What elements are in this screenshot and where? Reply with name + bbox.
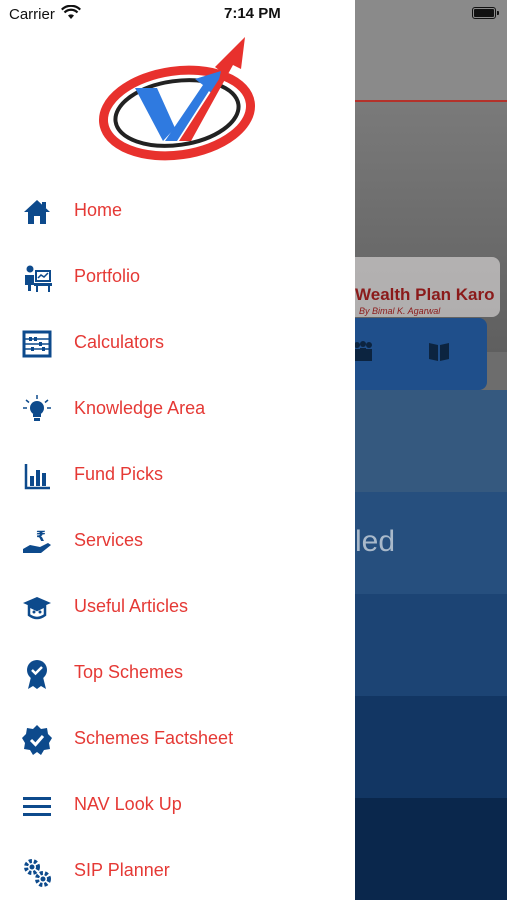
menu-item-schemes-factsheet[interactable]: Schemes Factsheet — [0, 706, 355, 772]
menu-item-top-schemes[interactable]: Top Schemes — [0, 640, 355, 706]
section-band — [355, 696, 507, 798]
lightbulb-icon — [23, 395, 51, 421]
menu-item-nav-look-up[interactable]: NAV Look Up — [0, 772, 355, 838]
menu-item-calculators[interactable]: Calculators — [0, 310, 355, 376]
section-band — [355, 594, 507, 696]
menu-label-portfolio: Portfolio — [74, 266, 141, 286]
people-icon[interactable] — [355, 340, 375, 368]
carrier-label: Carrier — [9, 6, 55, 23]
partial-section-title: led — [355, 525, 396, 558]
section-band — [355, 390, 507, 492]
section-band — [355, 798, 507, 900]
battery-icon — [472, 7, 499, 19]
menu-item-useful-articles[interactable]: Useful Articles — [0, 574, 355, 640]
menu-item-fund-picks[interactable]: Fund Picks — [0, 442, 355, 508]
badge-ribbon-icon — [27, 660, 47, 689]
gears-icon — [24, 859, 51, 887]
menu-label-sip-planner: SIP Planner — [74, 860, 170, 880]
menu-label-knowledge-area: Knowledge Area — [74, 398, 206, 418]
book-icon[interactable] — [427, 340, 451, 368]
wifi-icon — [61, 5, 81, 19]
rupee-hand-icon: ₹ — [23, 529, 51, 553]
quick-icon-bar — [355, 318, 487, 390]
menu-label-fund-picks: Fund Picks — [74, 464, 164, 484]
side-drawer: Home Portfolio Calculators Knowledge Are… — [0, 0, 355, 900]
menu-lines-icon — [23, 797, 51, 816]
menu-label-services: Services — [74, 530, 144, 550]
menu-item-portfolio[interactable]: Portfolio — [0, 244, 355, 310]
menu-label-home: Home — [74, 200, 123, 220]
brand-tagline: By Bimal K. Agarwal — [359, 306, 441, 316]
menu-item-services[interactable]: ₹ Services — [0, 508, 355, 574]
menu-item-knowledge-area[interactable]: Knowledge Area — [0, 376, 355, 442]
menu-label-schemes-factsheet: Schemes Factsheet — [74, 728, 234, 748]
graduation-cap-icon — [23, 597, 51, 620]
bar-chart-icon — [24, 464, 50, 490]
menu-label-top-schemes: Top Schemes — [74, 662, 184, 682]
menu-label-nav-look-up: NAV Look Up — [74, 794, 182, 814]
svg-text:₹: ₹ — [36, 529, 46, 545]
brand-text: Wealth Plan Karo — [355, 285, 495, 304]
menu-label-useful-articles: Useful Articles — [74, 596, 189, 616]
menu-label-calculators: Calculators — [74, 332, 165, 352]
portfolio-icon — [25, 265, 52, 292]
abacus-icon — [22, 330, 52, 358]
menu-item-home[interactable]: Home — [0, 178, 355, 244]
home-icon — [24, 200, 50, 224]
status-bar: Carrier 7:14 PM — [0, 0, 507, 28]
dimmed-main-screen[interactable]: Wealth Plan Karo By Bimal K. Agarwal led — [355, 0, 507, 900]
verified-badge-icon — [22, 725, 52, 755]
clock: 7:14 PM — [224, 5, 281, 22]
app-logo — [98, 37, 256, 161]
menu-item-sip-planner[interactable]: SIP Planner — [0, 838, 355, 904]
